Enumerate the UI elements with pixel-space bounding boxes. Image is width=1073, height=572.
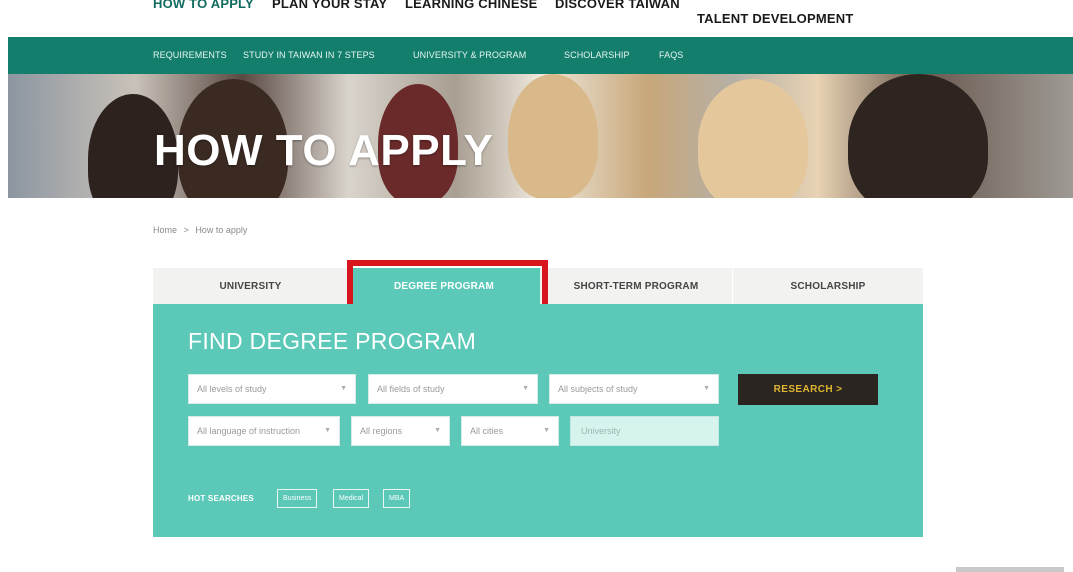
university-input[interactable]: University xyxy=(570,416,719,446)
topnav-how-to-apply[interactable]: HOW TO APPLY xyxy=(153,0,254,11)
fields-select[interactable]: All fields of study ▼ xyxy=(368,374,538,404)
subjects-select-value: All subjects of study xyxy=(558,384,638,394)
topnav-plan-your-stay[interactable]: PLAN YOUR STAY xyxy=(272,0,387,11)
levels-select[interactable]: All levels of study ▼ xyxy=(188,374,356,404)
tab-scholarship[interactable]: SCHOLARSHIP xyxy=(732,268,923,304)
hero-banner: HOW TO APPLY xyxy=(8,74,1073,198)
regions-select[interactable]: All regions ▼ xyxy=(351,416,450,446)
chevron-down-icon: ▼ xyxy=(703,385,710,392)
program-tabs: UNIVERSITY DEGREE PROGRAM SHORT-TERM PRO… xyxy=(153,268,923,304)
subnav-scholarship[interactable]: SCHOLARSHIP xyxy=(564,50,630,60)
research-button[interactable]: RESEARCH > xyxy=(738,374,878,405)
language-select-value: All language of instruction xyxy=(197,426,301,436)
hot-search-mba[interactable]: MBA xyxy=(383,489,411,508)
breadcrumb-current: How to apply xyxy=(195,225,248,235)
cities-select-value: All cities xyxy=(470,426,504,436)
fields-select-value: All fields of study xyxy=(377,384,445,394)
subnav-university-program[interactable]: UNIVERSITY & PROGRAM xyxy=(413,50,526,60)
regions-select-value: All regions xyxy=(360,426,403,436)
banner-photo-figure xyxy=(848,74,988,198)
tab-degree-program[interactable]: DEGREE PROGRAM xyxy=(348,268,540,304)
finder-heading: FIND DEGREE PROGRAM xyxy=(188,328,477,354)
subnav-requirements[interactable]: REQUIREMENTS xyxy=(153,50,227,60)
tab-university[interactable]: UNIVERSITY xyxy=(153,268,348,304)
topnav-talent-development[interactable]: TALENT DEVELOPMENT xyxy=(697,11,853,26)
chevron-down-icon: ▼ xyxy=(522,385,529,392)
language-select[interactable]: All language of instruction ▼ xyxy=(188,416,340,446)
topnav-discover-taiwan[interactable]: DISCOVER TAIWAN xyxy=(555,0,680,11)
subnav-study-in-taiwan[interactable]: STUDY IN TAIWAN IN 7 STEPS xyxy=(243,50,375,60)
top-nav: HOW TO APPLY PLAN YOUR STAY LEARNING CHI… xyxy=(0,0,1073,36)
subjects-select[interactable]: All subjects of study ▼ xyxy=(549,374,719,404)
topnav-learning-chinese[interactable]: LEARNING CHINESE xyxy=(405,0,538,11)
cities-select[interactable]: All cities ▼ xyxy=(461,416,559,446)
breadcrumb: Home > How to apply xyxy=(153,225,251,235)
banner-photo-figure xyxy=(698,79,808,198)
hot-search-business[interactable]: Business xyxy=(277,489,318,508)
tab-short-term-program[interactable]: SHORT-TERM PROGRAM xyxy=(540,268,732,304)
chevron-down-icon: ▼ xyxy=(340,385,347,392)
breadcrumb-separator: > xyxy=(183,225,189,235)
chevron-down-icon: ▼ xyxy=(543,427,550,434)
page-title: HOW TO APPLY xyxy=(154,126,494,175)
breadcrumb-home[interactable]: Home xyxy=(153,225,177,235)
sub-nav: REQUIREMENTS STUDY IN TAIWAN IN 7 STEPS … xyxy=(8,37,1073,74)
hot-search-medical[interactable]: Medical xyxy=(333,489,370,508)
subnav-faqs[interactable]: FAQS xyxy=(659,50,683,60)
find-program-panel: FIND DEGREE PROGRAM All levels of study … xyxy=(153,304,923,537)
page-corner-element xyxy=(956,567,1064,572)
chevron-down-icon: ▼ xyxy=(324,427,331,434)
banner-photo-figure xyxy=(508,74,598,198)
chevron-down-icon: ▼ xyxy=(434,427,441,434)
hot-searches-label: HOT SEARCHES xyxy=(188,494,254,503)
levels-select-value: All levels of study xyxy=(197,384,267,394)
